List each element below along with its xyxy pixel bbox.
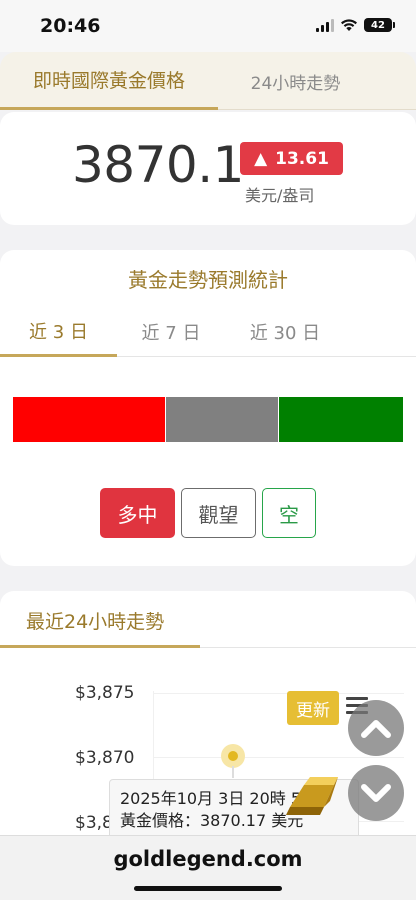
tab-30-days[interactable]: 近 30 日 xyxy=(225,307,345,357)
y-tick-label: $3,870 xyxy=(75,748,135,768)
neutral-share-segment xyxy=(166,397,278,442)
scroll-bottom-button[interactable] xyxy=(348,765,404,821)
gridline xyxy=(154,757,404,758)
vote-bearish-button[interactable]: 空 xyxy=(262,488,316,538)
status-bar: 20:46 42 xyxy=(0,0,416,52)
gold-bar-icon xyxy=(286,777,338,815)
period-tabs: 近 3 日 近 7 日 近 30 日 xyxy=(0,307,416,357)
home-indicator[interactable] xyxy=(134,886,282,891)
tooltip-pointer xyxy=(232,766,234,778)
vote-neutral-button[interactable]: 觀望 xyxy=(181,488,256,538)
bullish-share-segment xyxy=(13,397,165,442)
gridline xyxy=(154,693,404,694)
chevron-up-icon xyxy=(361,720,391,738)
price-card: 3870.17 ▲ 13.61 美元/盎司 xyxy=(0,112,416,225)
status-time: 20:46 xyxy=(40,15,101,37)
trend-title: 最近24小時走勢 xyxy=(26,611,165,633)
price-unit: 美元/盎司 xyxy=(245,186,315,205)
tab-realtime-price[interactable]: 即時國際黃金價格 xyxy=(0,52,218,110)
url-text[interactable]: goldlegend.com xyxy=(0,847,416,871)
price-change-value: 13.61 xyxy=(275,148,329,169)
chart-point[interactable] xyxy=(228,751,238,761)
wifi-icon xyxy=(341,19,357,31)
battery-icon: 42 xyxy=(364,18,395,32)
y-tick-label: $3,8 xyxy=(75,813,113,833)
chevron-down-icon xyxy=(361,784,391,802)
bearish-share-segment xyxy=(279,397,403,442)
tab-7-days[interactable]: 近 7 日 xyxy=(117,307,225,357)
update-button[interactable]: 更新 xyxy=(287,691,339,725)
forecast-distribution-bar xyxy=(13,397,403,442)
top-tabs: 即時國際黃金價格 24小時走勢 xyxy=(0,52,416,110)
trend-underline xyxy=(0,645,416,648)
forecast-title: 黃金走勢預測統計 xyxy=(128,268,288,292)
vote-bullish-button[interactable]: 多中 xyxy=(100,488,175,538)
status-icons: 42 xyxy=(316,18,395,32)
up-arrow-icon: ▲ xyxy=(254,148,268,169)
tab-24h-trend[interactable]: 24小時走勢 xyxy=(218,52,373,110)
forecast-card: 黃金走勢預測統計 近 3 日 近 7 日 近 30 日 多中 觀望 空 xyxy=(0,250,416,566)
price-change-badge: ▲ 13.61 xyxy=(240,142,343,175)
signal-icon xyxy=(316,18,334,32)
gold-price-value: 3870.17 xyxy=(72,136,252,194)
tab-3-days[interactable]: 近 3 日 xyxy=(0,307,117,357)
scroll-top-button[interactable] xyxy=(348,700,404,756)
browser-url-bar[interactable]: goldlegend.com xyxy=(0,835,416,900)
y-tick-label: $3,875 xyxy=(75,683,135,703)
